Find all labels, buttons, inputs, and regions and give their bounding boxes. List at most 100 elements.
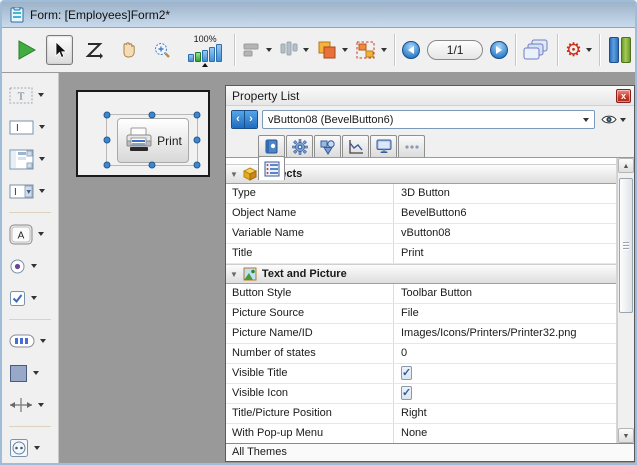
input-field-tool[interactable]: I <box>9 115 45 139</box>
progress-tool[interactable] <box>9 329 46 353</box>
property-value[interactable]: 3D Button <box>394 184 616 203</box>
plugin-area-dropdown-caret[interactable] <box>34 446 40 450</box>
static-text-tool[interactable]: T <box>9 83 44 107</box>
previous-page-button[interactable] <box>402 41 420 59</box>
selection-handle[interactable] <box>194 162 201 169</box>
button-dropdown-caret[interactable] <box>38 232 44 236</box>
property-value[interactable]: File <box>394 304 616 323</box>
object-nav-buttons[interactable]: ‹› <box>231 110 258 129</box>
static-text-dropdown-caret[interactable] <box>38 93 44 97</box>
group-dropdown-caret[interactable] <box>381 48 387 52</box>
listbox-dropdown-caret[interactable] <box>39 157 45 161</box>
listbox-tool[interactable] <box>9 147 45 171</box>
property-row[interactable]: Picture Name/ID Images/Icons/Printers/Pr… <box>226 324 616 344</box>
property-value[interactable]: 0 <box>394 344 616 363</box>
shapes-tab[interactable] <box>314 135 341 157</box>
display-tab[interactable] <box>370 135 397 157</box>
progress-dropdown-caret[interactable] <box>40 339 46 343</box>
select-arrow-button[interactable] <box>46 35 73 65</box>
property-row[interactable]: Type 3D Button <box>226 184 616 204</box>
property-value[interactable]: Right <box>394 404 616 423</box>
property-row[interactable]: Object Name BevelButton6 <box>226 204 616 224</box>
distribute-tool[interactable] <box>279 41 309 59</box>
property-value[interactable]: Toolbar Button <box>394 284 616 303</box>
scroll-up-icon[interactable]: ▲ <box>618 158 634 173</box>
collapse-triangle-icon[interactable]: ▼ <box>230 170 238 179</box>
form-pages-button[interactable] <box>523 35 550 65</box>
execute-form-button[interactable] <box>12 35 39 65</box>
entry-order-button[interactable] <box>80 35 107 65</box>
selection-handle[interactable] <box>149 162 156 169</box>
close-icon[interactable]: x <box>616 89 631 103</box>
selection-handle[interactable] <box>194 112 201 119</box>
property-row[interactable]: Visible Title ✓ <box>226 364 616 384</box>
input-field-dropdown-caret[interactable] <box>39 125 45 129</box>
selection-bounds[interactable]: Print <box>106 114 198 166</box>
splitter-dropdown-caret[interactable] <box>38 403 44 407</box>
scroll-down-icon[interactable]: ▼ <box>618 428 634 443</box>
property-value[interactable]: BevelButton6 <box>394 204 616 223</box>
property-list-titlebar[interactable]: Property List x <box>226 86 634 106</box>
collapse-triangle-icon[interactable]: ▼ <box>230 270 238 279</box>
zoom-control[interactable]: 100% <box>183 34 228 67</box>
property-row[interactable]: Title Print <box>226 244 616 264</box>
prev-object-icon[interactable]: ‹ <box>232 111 245 128</box>
more-tab[interactable] <box>398 135 425 157</box>
checkbox-dropdown-caret[interactable] <box>31 296 37 300</box>
level-tool[interactable] <box>316 40 348 60</box>
zoom-bars-icon[interactable] <box>188 44 222 62</box>
zoom-magnifier-button[interactable] <box>149 35 176 65</box>
property-row[interactable]: With Pop-up Menu None <box>226 424 616 443</box>
property-row[interactable]: Visible Icon ✓ <box>226 384 616 404</box>
chart-tab[interactable] <box>342 135 369 157</box>
checkbox-checked[interactable]: ✓ <box>401 386 412 400</box>
align-dropdown-caret[interactable] <box>266 48 272 52</box>
rectangle-dropdown-caret[interactable] <box>33 371 39 375</box>
combo-dropdown-caret[interactable] <box>583 118 589 122</box>
radio-button-dropdown-caret[interactable] <box>31 264 37 268</box>
properties-list-tab[interactable] <box>258 156 285 180</box>
group-tool[interactable] <box>355 40 387 60</box>
property-row[interactable]: Title/Picture Position Right <box>226 404 616 424</box>
checkbox-tool[interactable] <box>9 286 37 310</box>
property-row[interactable]: Variable Name vButton08 <box>226 224 616 244</box>
theme-footer[interactable]: All Themes <box>226 443 634 461</box>
rectangle-tool[interactable] <box>9 361 39 385</box>
view-options-caret[interactable] <box>620 118 626 122</box>
selection-handle[interactable] <box>104 162 111 169</box>
selection-handle[interactable] <box>104 112 111 119</box>
button-tool[interactable]: A <box>9 222 44 246</box>
form-canvas[interactable]: Print <box>76 90 210 177</box>
property-value[interactable]: Images/Icons/Printers/Printer32.png <box>394 324 616 343</box>
title-bar[interactable]: Form: [Employees]Form2* <box>2 2 635 28</box>
splitter-tool[interactable] <box>9 393 44 417</box>
plugin-area-tool[interactable] <box>9 436 40 460</box>
move-hand-button[interactable] <box>115 35 142 65</box>
section-header-text-and-picture[interactable]: ▼ Text and Picture <box>226 264 616 284</box>
view-options-button[interactable] <box>599 114 628 125</box>
settings-dropdown-caret[interactable] <box>586 48 592 52</box>
property-scrollbar[interactable]: ▲ ▼ <box>617 158 634 443</box>
property-value[interactable]: Print <box>394 244 616 263</box>
scrollbar-thumb[interactable] <box>619 178 633 313</box>
object-selector-combo[interactable]: vButton08 (BevelButton6) <box>262 110 595 129</box>
explorer-books-icon[interactable] <box>609 37 631 63</box>
radio-button-tool[interactable] <box>9 254 37 278</box>
property-row[interactable]: Button Style Toolbar Button <box>226 284 616 304</box>
next-page-button[interactable] <box>490 41 508 59</box>
settings-tool[interactable]: ⚙ <box>565 41 592 60</box>
property-value[interactable]: None <box>394 424 616 443</box>
selection-handle[interactable] <box>149 112 156 119</box>
align-tool[interactable] <box>242 42 272 58</box>
print-button-object[interactable]: Print <box>117 118 189 163</box>
book-tab[interactable] <box>258 135 285 157</box>
level-dropdown-caret[interactable] <box>342 48 348 52</box>
combobox-dropdown-caret[interactable] <box>39 189 45 193</box>
combobox-tool[interactable]: I <box>9 179 45 203</box>
distribute-dropdown-caret[interactable] <box>303 48 309 52</box>
selection-handle[interactable] <box>194 137 201 144</box>
gear-tab[interactable] <box>286 135 313 157</box>
property-row[interactable]: Picture Source File <box>226 304 616 324</box>
checkbox-checked[interactable]: ✓ <box>401 366 412 380</box>
property-row[interactable]: Number of states 0 <box>226 344 616 364</box>
